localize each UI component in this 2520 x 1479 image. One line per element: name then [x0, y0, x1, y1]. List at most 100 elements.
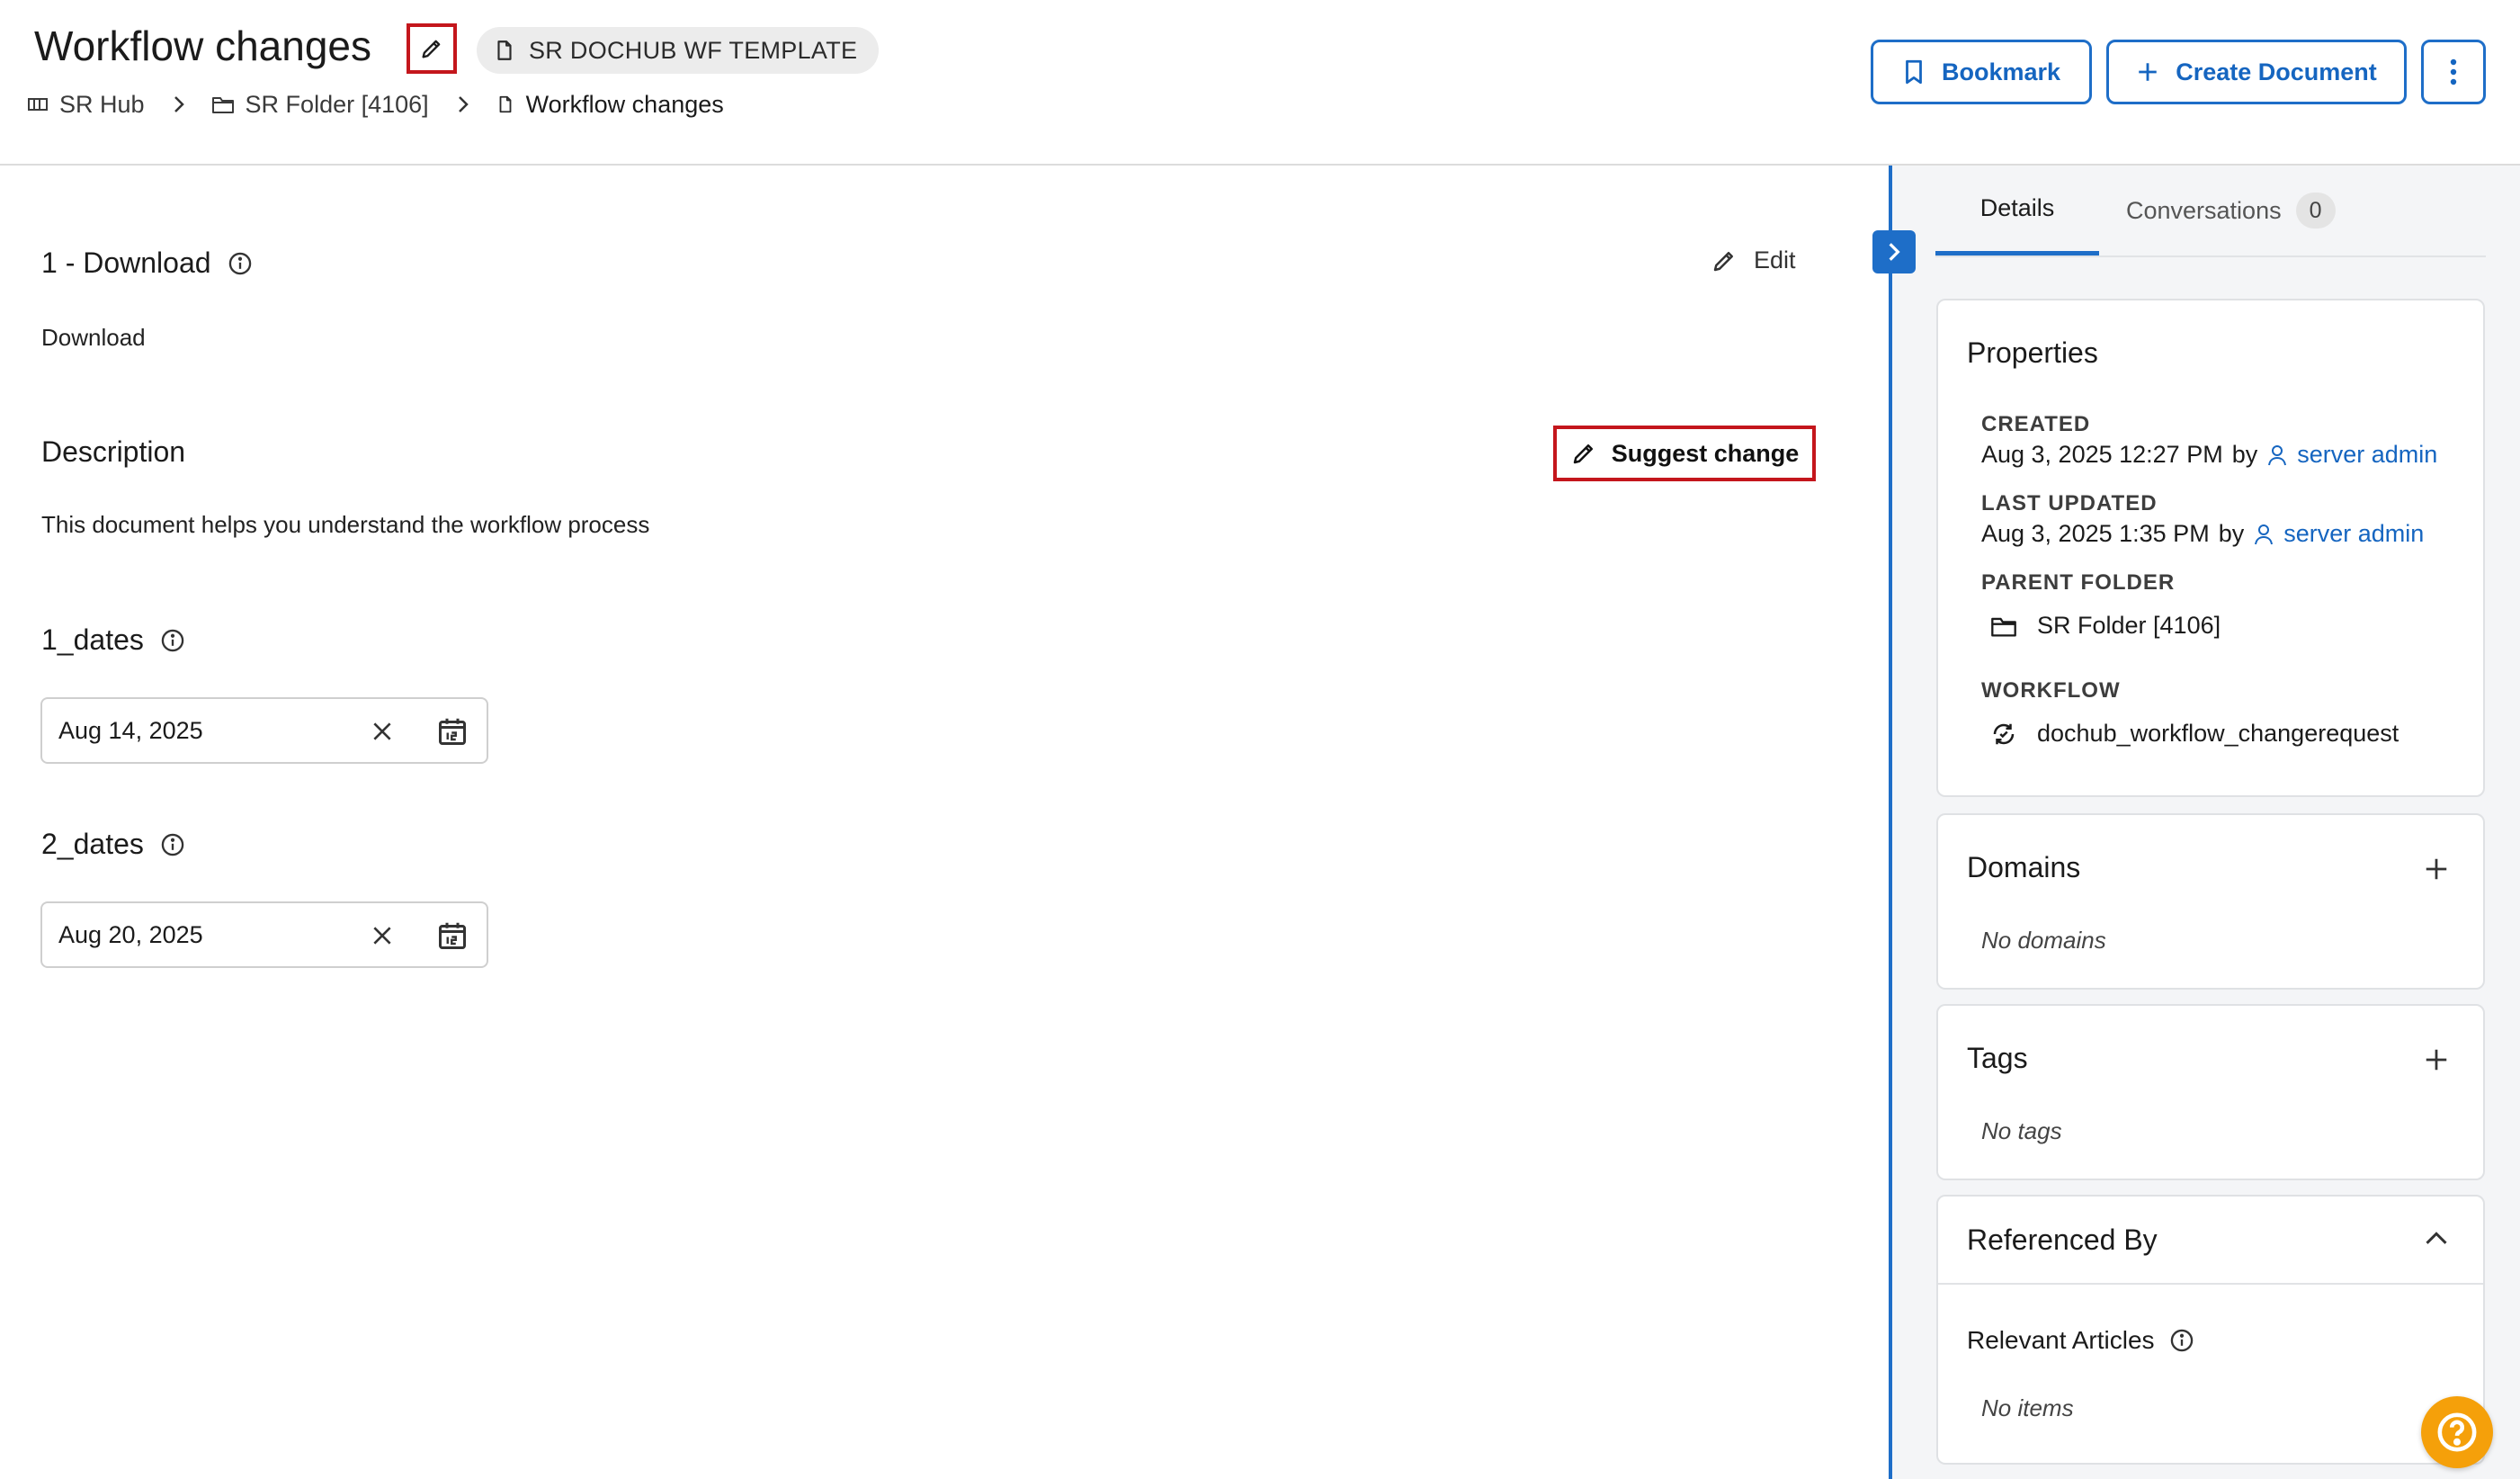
template-chip[interactable]: SR DOCHUB WF TEMPLATE — [477, 27, 880, 74]
calendar-icon[interactable] — [434, 713, 470, 749]
referenced-by-card: Referenced By Relevant Articles No items — [1936, 1195, 2485, 1465]
download-section-title: 1 - Download — [41, 246, 253, 280]
tab-details[interactable]: Details — [1935, 166, 2099, 255]
updated-date: Aug 3, 2025 1:35 PM — [1981, 520, 2210, 547]
breadcrumb-item-hub[interactable]: SR Hub — [27, 91, 145, 119]
chevron-up-icon — [2424, 1229, 2449, 1247]
section-title-text: 2_dates — [41, 828, 144, 860]
created-by-user-link[interactable]: server admin — [2266, 441, 2437, 469]
tab-conversations[interactable]: Conversations 0 — [2126, 166, 2336, 255]
template-chip-label: SR DOCHUB WF TEMPLATE — [529, 36, 858, 64]
breadcrumb-item-current: Workflow changes — [496, 91, 724, 119]
pencil-icon — [1711, 247, 1738, 274]
add-domain-button[interactable] — [2418, 851, 2454, 887]
domains-empty: No domains — [1981, 927, 2106, 954]
side-panel-tabs: Details Conversations 0 — [1935, 166, 2486, 257]
properties-card: Properties CREATED Aug 3, 2025 12:27 PM … — [1936, 299, 2485, 797]
clear-icon[interactable] — [366, 715, 398, 748]
description-text: This document helps you understand the w… — [41, 511, 650, 538]
page-header: Workflow changes SR DOCHUB WF TEMPLATE S… — [0, 0, 2520, 166]
parent-folder-link[interactable]: SR Folder [4106] — [1990, 612, 2221, 640]
info-icon[interactable] — [160, 832, 185, 857]
relevant-articles-title: Relevant Articles — [1967, 1326, 2194, 1355]
info-icon[interactable] — [2169, 1328, 2194, 1353]
document-icon — [493, 39, 516, 62]
chevron-right-icon — [1884, 240, 1904, 264]
breadcrumb-label: SR Hub — [59, 90, 145, 118]
created-date: Aug 3, 2025 12:27 PM — [1981, 441, 2223, 468]
folder-icon — [211, 94, 235, 114]
create-document-button[interactable]: Create Document — [2106, 40, 2407, 104]
tab-label: Conversations — [2126, 196, 2282, 224]
breadcrumb-item-folder[interactable]: SR Folder [4106] — [211, 91, 429, 119]
hub-icon — [27, 94, 49, 114]
bookmark-icon — [1902, 58, 1926, 85]
pencil-icon — [1570, 440, 1597, 467]
chevron-right-icon — [170, 94, 188, 114]
page-title: Workflow changes — [34, 22, 371, 69]
more-vertical-icon — [2449, 58, 2458, 86]
more-options-button[interactable] — [2421, 40, 2486, 104]
tags-empty: No tags — [1981, 1117, 2062, 1144]
help-button[interactable] — [2421, 1396, 2493, 1468]
suggest-change-button[interactable]: Suggest change — [1553, 426, 1816, 481]
workflow-link[interactable]: dochub_workflow_changerequest — [1990, 720, 2399, 748]
count-badge: 0 — [2295, 193, 2336, 229]
section-title-text: 1_dates — [41, 623, 144, 656]
dates-2-section-title: 2_dates — [41, 828, 185, 861]
breadcrumb: SR Hub SR Folder [4106] Workflow changes — [27, 88, 724, 121]
breadcrumb-label: Workflow changes — [525, 90, 724, 118]
created-label: CREATED — [1981, 412, 2091, 436]
dates-2-input[interactable] — [58, 920, 355, 949]
document-icon — [496, 94, 515, 115]
divider — [1938, 1283, 2483, 1285]
clear-icon[interactable] — [366, 919, 398, 952]
workflow-name: dochub_workflow_changerequest — [2037, 720, 2399, 747]
create-document-label: Create Document — [2176, 58, 2377, 85]
by-text: by — [2218, 520, 2245, 547]
section-title-text: Description — [41, 435, 186, 468]
description-section-title: Description — [41, 435, 185, 469]
dates-1-input[interactable] — [58, 716, 355, 745]
edit-title-button[interactable] — [407, 23, 457, 74]
collapse-referenced-by-button[interactable] — [2418, 1220, 2454, 1256]
parent-folder-name: SR Folder [4106] — [2037, 612, 2221, 639]
domains-card: Domains No domains — [1936, 813, 2485, 990]
workflow-label: WORKFLOW — [1981, 678, 2121, 703]
user-icon — [2253, 523, 2274, 546]
dates-2-picker[interactable] — [40, 901, 488, 968]
last-updated-value: Aug 3, 2025 1:35 PM by server admin — [1981, 520, 2424, 548]
user-icon — [2266, 444, 2288, 467]
edit-label: Edit — [1754, 246, 1796, 273]
relevant-articles-empty: No items — [1981, 1394, 2074, 1421]
collapse-panel-button[interactable] — [1872, 230, 1916, 273]
help-icon — [2436, 1412, 2478, 1453]
info-icon[interactable] — [160, 628, 185, 653]
referenced-by-title: Referenced By — [1967, 1224, 2158, 1256]
folder-icon — [1990, 614, 2017, 638]
plus-icon — [2423, 856, 2450, 883]
add-tag-button[interactable] — [2418, 1042, 2454, 1078]
pencil-icon — [419, 36, 444, 61]
calendar-icon[interactable] — [434, 918, 470, 954]
plus-icon — [2136, 60, 2159, 84]
suggest-change-label: Suggest change — [1611, 439, 1800, 467]
properties-title: Properties — [1967, 336, 2098, 369]
breadcrumb-label: SR Folder [4106] — [245, 90, 429, 118]
chevron-right-icon — [454, 94, 472, 114]
subsection-title-text: Relevant Articles — [1967, 1326, 2155, 1354]
dates-1-picker[interactable] — [40, 697, 488, 764]
bookmark-label: Bookmark — [1941, 58, 2061, 85]
bookmark-button[interactable]: Bookmark — [1871, 40, 2092, 104]
created-value: Aug 3, 2025 12:27 PM by server admin — [1981, 441, 2437, 469]
by-text: by — [2231, 441, 2258, 468]
info-icon[interactable] — [228, 251, 253, 276]
section-title-text: 1 - Download — [41, 246, 211, 279]
user-name: server admin — [2297, 441, 2438, 468]
tags-card: Tags No tags — [1936, 1004, 2485, 1180]
updated-by-user-link[interactable]: server admin — [2253, 520, 2424, 548]
plus-icon — [2423, 1046, 2450, 1073]
edit-section-button[interactable]: Edit — [1711, 246, 1796, 274]
domains-title: Domains — [1967, 851, 2081, 883]
user-name: server admin — [2283, 520, 2425, 547]
